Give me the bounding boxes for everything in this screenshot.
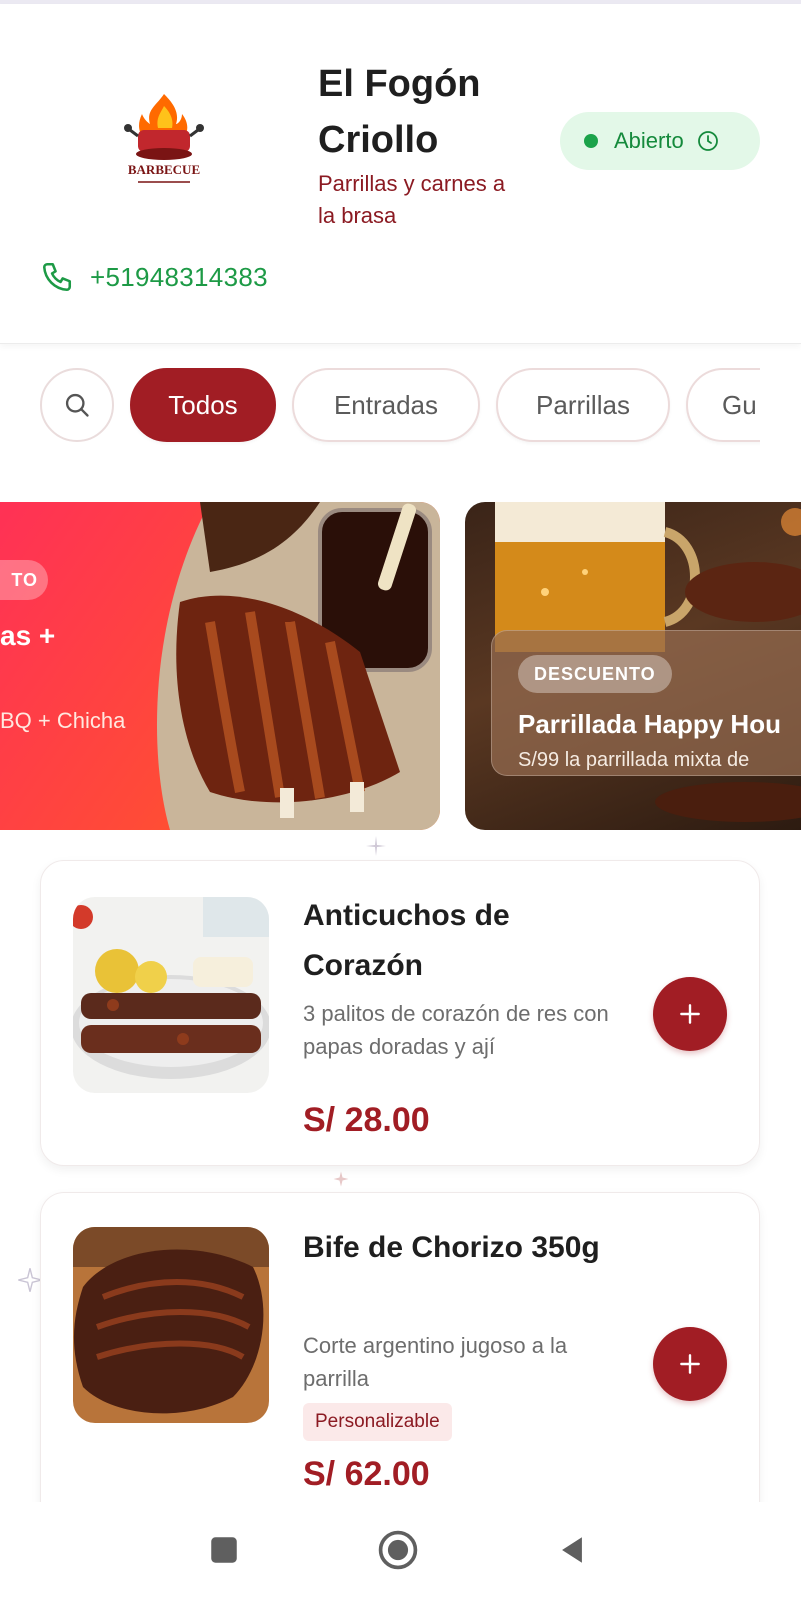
clock-icon (697, 131, 718, 151)
status-label: Abierto (614, 128, 684, 153)
promo-title: as + (0, 620, 56, 651)
open-status-badge[interactable]: Abierto (560, 112, 760, 170)
dish-card[interactable]: Bife de Chorizo 350g Corte argentino jug… (40, 1192, 760, 1532)
triangle-back-icon (562, 1537, 582, 1563)
dish-photo (73, 1227, 269, 1423)
promo-banner-1[interactable]: TO as + BQ + Chicha (0, 502, 440, 830)
plus-icon (680, 1004, 700, 1024)
search-icon (65, 393, 89, 417)
promo-overlay: DESCUENTO Parrillada Happy Hou S/99 la p… (491, 630, 801, 776)
search-button[interactable] (40, 368, 114, 442)
add-to-cart-button[interactable] (653, 977, 727, 1051)
category-chip-parrillas[interactable]: Parrillas (496, 368, 670, 442)
dish-price: S/ 28.00 (303, 1101, 430, 1139)
dish-name: Anticuchos de Corazón (303, 899, 510, 982)
phone-number: +51948314383 (90, 261, 268, 292)
restaurant-name: El Fogón Criollo (318, 63, 481, 161)
promo-banner-2[interactable]: DESCUENTO Parrillada Happy Hou S/99 la p… (465, 502, 801, 830)
recents-button[interactable] (194, 1520, 254, 1580)
customizable-badge: Personalizable (303, 1403, 452, 1441)
category-filter-bar: Todos Entradas Parrillas Gu (0, 366, 760, 452)
phone-link[interactable]: +51948314383 (40, 260, 268, 294)
restaurant-tagline: Parrillas y carnes a la brasa (318, 171, 506, 228)
restaurant-header: BARBECUE El Fogón Criollo Parrillas y ca… (0, 4, 801, 344)
svg-text:BARBECUE: BARBECUE (128, 162, 200, 177)
sparkle-icon (366, 836, 386, 856)
promo-tag: TO (0, 560, 48, 600)
circle-icon (378, 1530, 418, 1570)
barbecue-logo: BARBECUE (124, 94, 204, 183)
promo-carousel[interactable]: TO as + BQ + Chicha DESCUENTO Parrillada… (0, 502, 801, 832)
category-chip-guarniciones[interactable]: Gu (686, 368, 760, 442)
dish-photo (73, 897, 269, 1093)
promo-subtitle: BQ + Chicha (0, 708, 126, 733)
dish-price: S/ 62.00 (303, 1455, 430, 1493)
ribs-photo (157, 502, 440, 830)
dish-description: 3 palitos de corazón de res con papas do… (303, 1001, 609, 1059)
home-button[interactable] (368, 1520, 428, 1580)
category-chip-todos[interactable]: Todos (130, 368, 276, 442)
phone-icon (42, 262, 72, 292)
promo-subtitle: S/99 la parrillada mixta de (518, 749, 750, 771)
category-chip-entradas[interactable]: Entradas (292, 368, 480, 442)
dish-name: Bife de Chorizo 350g (303, 1231, 600, 1264)
status-dot (584, 134, 598, 148)
plus-icon (680, 1354, 700, 1374)
dish-card[interactable]: Anticuchos de Corazón 3 palitos de coraz… (40, 860, 760, 1166)
sparkle-icon (333, 1171, 349, 1187)
dish-description: Corte argentino jugoso a la parrilla (303, 1333, 568, 1391)
back-button[interactable] (542, 1520, 602, 1580)
promo-title: Parrillada Happy Hou (518, 709, 781, 739)
system-navigation-bar (0, 1502, 801, 1600)
discount-tag: DESCUENTO (518, 655, 672, 693)
square-icon (211, 1537, 237, 1563)
add-to-cart-button[interactable] (653, 1327, 727, 1401)
